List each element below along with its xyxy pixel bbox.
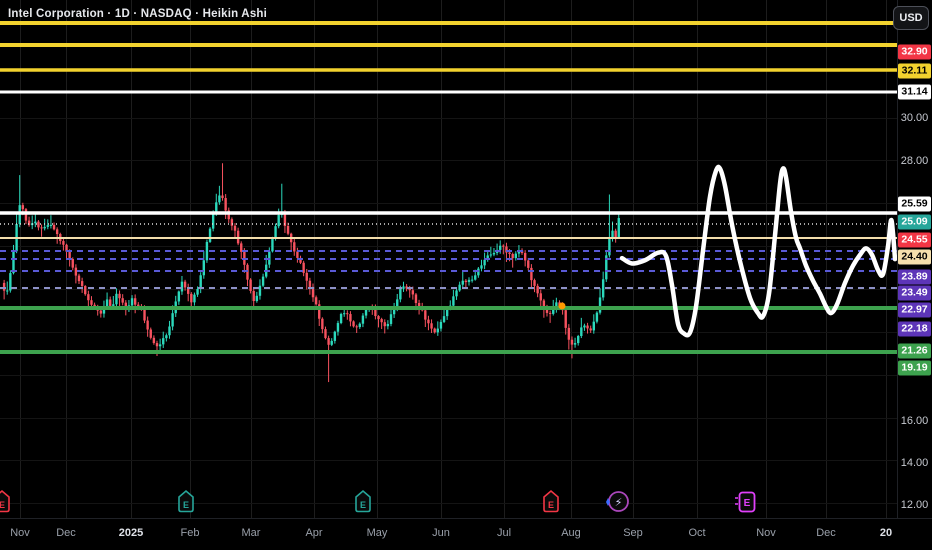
time-tick: 20 xyxy=(879,527,893,539)
time-tick: Mar xyxy=(241,527,261,539)
event-bolt-icon[interactable]: ⚡ xyxy=(606,491,629,512)
price-label-badge: 23.49 xyxy=(898,285,931,301)
price-tick: 28.00 xyxy=(900,155,929,167)
price-tick: 12.00 xyxy=(900,499,929,511)
price-label-badge: 22.18 xyxy=(898,321,931,337)
svg-text:E: E xyxy=(183,500,189,510)
price-label-badge: 21.26 xyxy=(898,343,931,359)
price-scale[interactable]: 30.00 28.00 16.00 14.00 12.00 32.90 32.11 31.14… xyxy=(897,0,932,518)
time-tick: Oct xyxy=(688,527,706,539)
price-label-badge: 31.14 xyxy=(898,84,931,100)
svg-text:⚡: ⚡ xyxy=(615,496,623,509)
price-label-badge: 19.19 xyxy=(898,360,931,376)
time-tick: May xyxy=(366,527,388,539)
price-label-badge: 24.40 xyxy=(898,249,931,265)
time-tick: Jul xyxy=(496,527,512,539)
time-tick: Nov xyxy=(10,527,30,539)
symbol-legend[interactable]: Intel Corporation · 1D · NASDAQ · Heikin… xyxy=(8,8,267,20)
time-tick: Nov xyxy=(756,527,776,539)
price-label-badge: 25.59 xyxy=(898,196,931,212)
price-label-badge: 25.09 xyxy=(898,214,931,230)
price-label-badge: 22.97 xyxy=(898,302,931,318)
projection-drawing[interactable] xyxy=(619,164,897,338)
svg-text:E: E xyxy=(360,500,366,510)
time-tick: Dec xyxy=(56,527,76,539)
chart-pane[interactable]: E E E E ⚡ E xyxy=(0,0,932,550)
time-tick: Dec xyxy=(816,527,836,539)
price-label-badge: 32.90 xyxy=(898,44,931,60)
earnings-icon[interactable]: E xyxy=(355,489,371,513)
trade-marker-dot[interactable] xyxy=(558,302,566,310)
earnings-icon[interactable]: E xyxy=(543,489,559,513)
price-label-badge: 23.89 xyxy=(898,269,931,285)
candlestick-series xyxy=(2,163,620,383)
time-tick: Aug xyxy=(561,527,581,539)
currency-usd-button[interactable]: USD xyxy=(893,6,929,30)
earnings-estimate-icon[interactable]: E xyxy=(735,491,756,513)
svg-text:E: E xyxy=(0,500,5,510)
chart-root: E E E E ⚡ E Intel Corporation · 1D · NASDAQ ·… xyxy=(0,0,932,550)
price-tick: 14.00 xyxy=(900,457,929,469)
time-scale[interactable]: Nov Dec 2025 Feb Mar Apr May Jun Jul Aug Sep Oct Nov… xyxy=(0,518,932,550)
time-tick: Feb xyxy=(180,527,200,539)
earnings-icon[interactable]: E xyxy=(0,489,10,513)
svg-text:E: E xyxy=(548,500,554,510)
time-tick: Sep xyxy=(623,527,643,539)
time-tick: Jun xyxy=(432,527,450,539)
price-tick: 30.00 xyxy=(900,112,929,124)
price-label-badge: 24.55 xyxy=(898,232,931,248)
price-tick: 16.00 xyxy=(900,415,929,427)
time-tick: Apr xyxy=(305,527,323,539)
time-tick: 2025 xyxy=(118,527,144,539)
svg-text:E: E xyxy=(744,498,751,509)
price-label-badge: 32.11 xyxy=(898,63,931,79)
